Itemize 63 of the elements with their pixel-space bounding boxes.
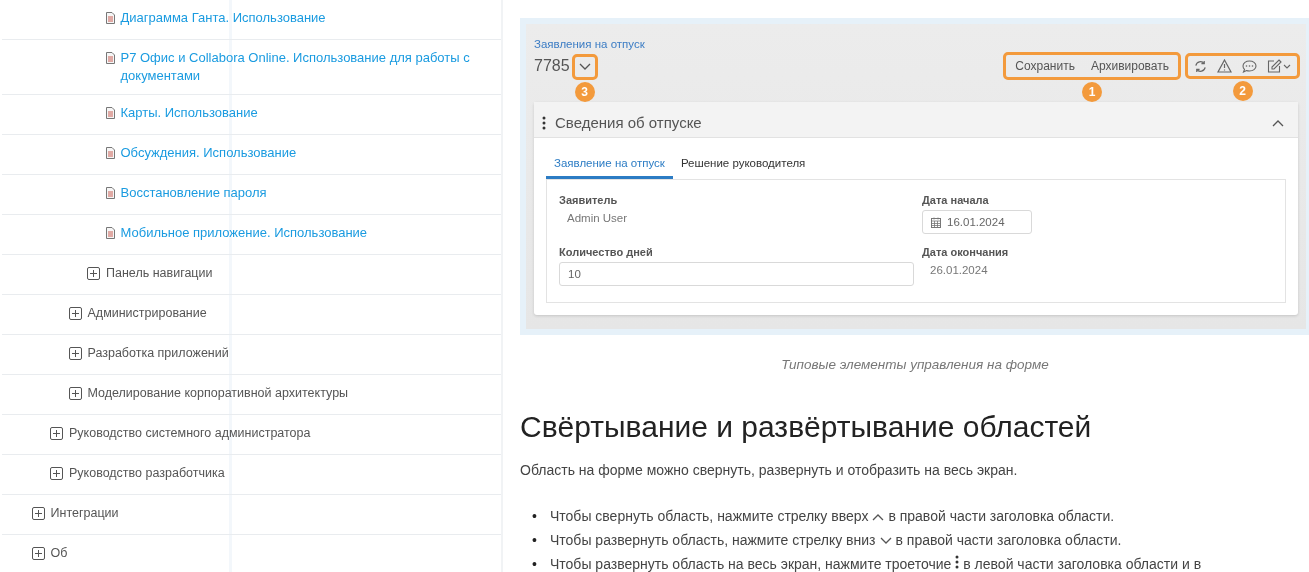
paragraph: Область на форме можно свернуть, развернуть и отобразить на весь экран.: [520, 462, 1019, 478]
document-icon: [105, 147, 115, 159]
dots-icon: [955, 555, 960, 569]
arrow-up-icon: [872, 513, 885, 521]
tree-item[interactable]: Интеграции: [50, 504, 119, 522]
card-title: Сведения об отпуске: [555, 114, 702, 131]
section-heading: Свёртывание и развёртывание областей: [520, 410, 1093, 444]
breadcrumb-link[interactable]: Заявления на отпуск: [534, 38, 645, 50]
expand-icon[interactable]: [68, 347, 82, 360]
warning-icon: [1217, 59, 1232, 73]
expand-icon[interactable]: [87, 267, 100, 280]
field-label: Заявитель: [559, 194, 619, 206]
form-tab[interactable]: Заявление на отпуск: [546, 152, 673, 179]
field-label: Дата начала: [922, 194, 990, 206]
tree-item[interactable]: Руководство системного администратора: [69, 424, 311, 442]
tree-item[interactable]: Об: [50, 544, 68, 562]
expand-icon[interactable]: [68, 387, 82, 400]
tree-item[interactable]: Руководство разработчика: [69, 464, 225, 482]
list-text: в правой части заголовка области.: [888, 508, 1115, 524]
edit-icon: [1267, 59, 1291, 73]
list-text: Чтобы развернуть область на весь экран, нажмите троеточие: [550, 556, 952, 572]
callout-marker: 1: [1082, 82, 1103, 102]
expand-icon[interactable]: [50, 467, 63, 480]
expand-icon[interactable]: [31, 547, 45, 560]
field-label: Дата окончания: [922, 246, 1010, 258]
record-number: 7785: [534, 57, 570, 75]
document-icon: [105, 12, 115, 24]
chevron-down-icon[interactable]: [578, 63, 591, 71]
document-icon: [105, 107, 115, 119]
tree-item[interactable]: Разработка приложений: [87, 344, 229, 362]
bullet-marker: •: [532, 555, 538, 572]
expand-icon[interactable]: [68, 307, 82, 320]
toolbar-button[interactable]: Сохранить: [1007, 55, 1083, 77]
bullet-marker: •: [532, 531, 538, 550]
comment-icon: [1242, 59, 1257, 73]
chevron-up-icon[interactable]: [1272, 118, 1284, 127]
tree-item[interactable]: Панель навигации: [106, 264, 213, 282]
callout-marker: 3: [574, 82, 595, 102]
document-icon: [105, 187, 115, 199]
input-field[interactable]: 10: [559, 262, 914, 286]
arrow-down-icon: [879, 537, 892, 545]
document-icon: [105, 227, 115, 239]
toolbar-button[interactable]: Архивировать: [1082, 55, 1177, 77]
kebab-icon: [542, 115, 546, 130]
field-value: 26.01.2024: [929, 263, 989, 276]
expand-icon[interactable]: [50, 427, 63, 440]
list-text: Чтобы свернуть область, нажмите стрелку вверх: [550, 508, 869, 524]
expand-icon[interactable]: [31, 507, 45, 520]
callout-marker: 2: [1232, 81, 1253, 101]
tree-item[interactable]: Администрирование: [87, 304, 207, 322]
date-field[interactable]: 16.01.2024: [922, 210, 1032, 234]
form-tab[interactable]: Решение руководителя: [672, 152, 814, 179]
tree-item[interactable]: Моделирование корпоративной архитектуры: [87, 384, 349, 402]
field-value: Admin User: [566, 211, 629, 224]
figure-caption: Типовые элементы управления на форме: [780, 357, 1050, 372]
list-text: в правой части заголовка области.: [895, 532, 1122, 548]
list-text: в левой части заголовка области и в: [963, 556, 1202, 572]
calendar-icon: [931, 216, 941, 228]
list-text: Чтобы развернуть область, нажмите стрелку вниз: [550, 532, 876, 548]
bullet-marker: •: [532, 507, 538, 526]
refresh-icon: [1194, 59, 1207, 73]
field-label: Количество дней: [559, 246, 654, 258]
document-icon: [105, 52, 115, 64]
